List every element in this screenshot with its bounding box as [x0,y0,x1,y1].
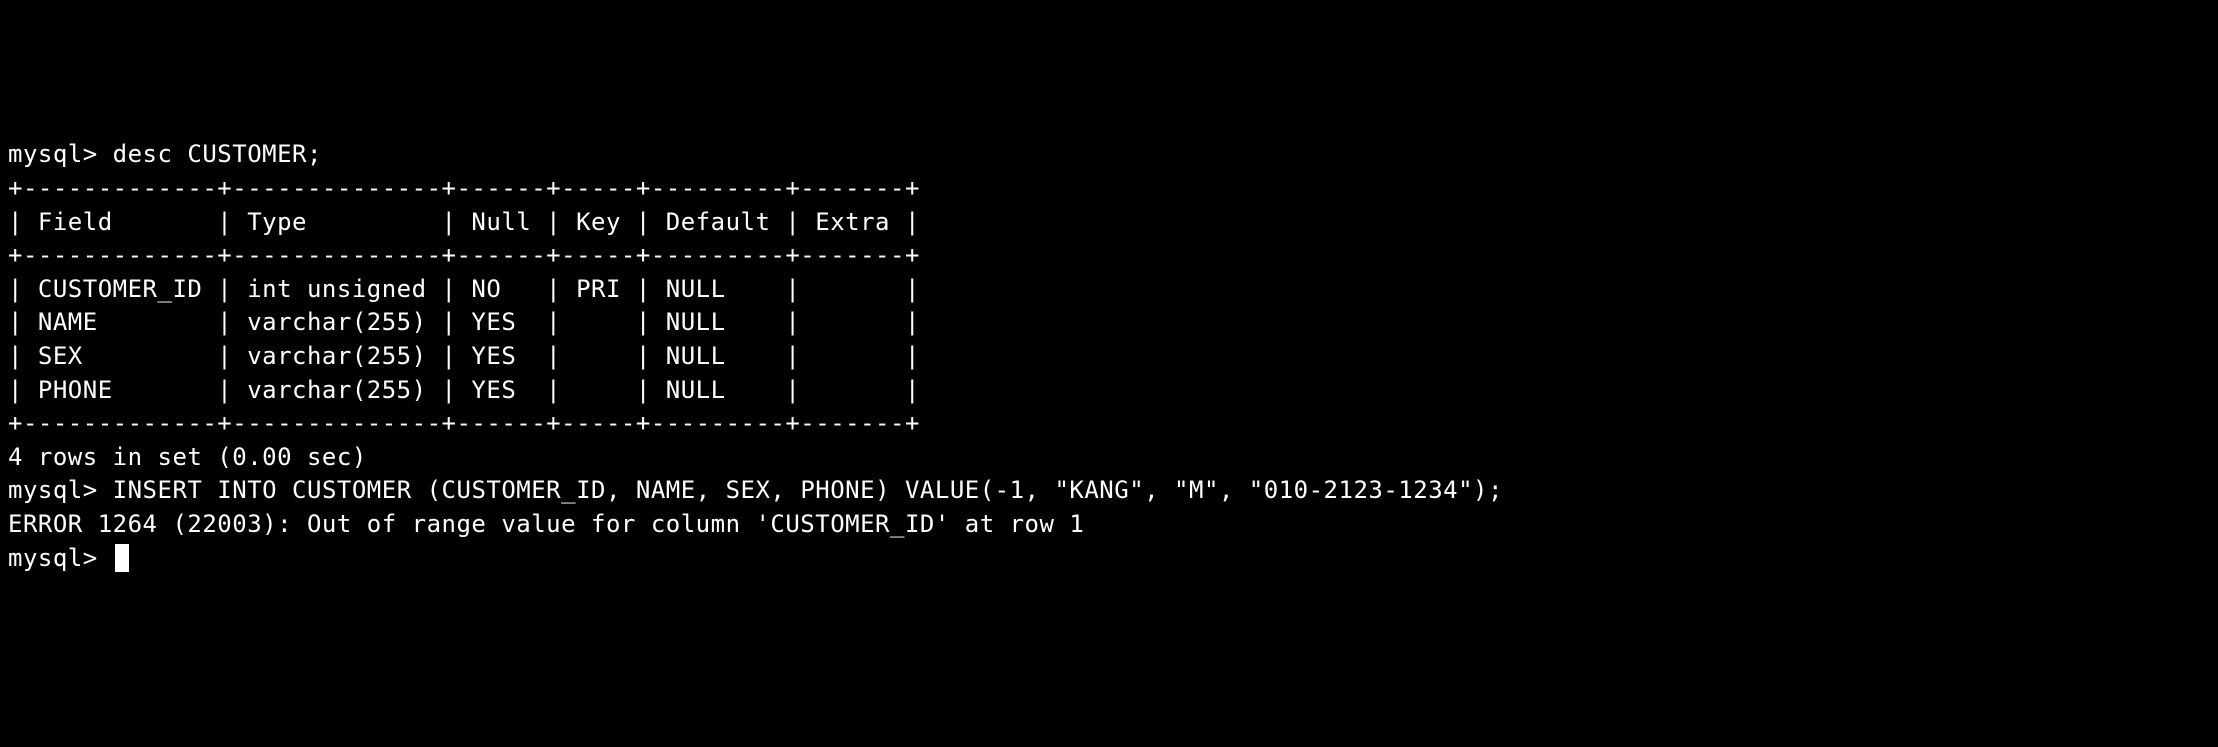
error-message: ERROR 1264 (22003): Out of range value f… [8,508,2210,542]
desc-command: desc CUSTOMER; [113,140,322,168]
terminal-output: mysql> desc CUSTOMER;+-------------+----… [8,138,2210,575]
table-border-bot: +-------------+--------------+------+---… [8,407,2210,441]
command-line-2: mysql> INSERT INTO CUSTOMER (CUSTOMER_ID… [8,474,2210,508]
table-header-row: | Field | Type | Null | Key | Default | … [8,206,2210,240]
command-line-3[interactable]: mysql> [8,542,2210,576]
table-border-top: +-------------+--------------+------+---… [8,172,2210,206]
table-row: | NAME | varchar(255) | YES | | NULL | | [8,306,2210,340]
mysql-prompt: mysql> [8,140,113,168]
mysql-prompt: mysql> [8,476,113,504]
table-row: | SEX | varchar(255) | YES | | NULL | | [8,340,2210,374]
insert-command: INSERT INTO CUSTOMER (CUSTOMER_ID, NAME,… [113,476,1503,504]
mysql-prompt: mysql> [8,544,113,572]
table-row: | PHONE | varchar(255) | YES | | NULL | … [8,374,2210,408]
command-line-1: mysql> desc CUSTOMER; [8,138,2210,172]
table-row: | CUSTOMER_ID | int unsigned | NO | PRI … [8,273,2210,307]
cursor-icon [115,544,129,572]
table-border-mid: +-------------+--------------+------+---… [8,239,2210,273]
result-summary: 4 rows in set (0.00 sec) [8,441,2210,475]
